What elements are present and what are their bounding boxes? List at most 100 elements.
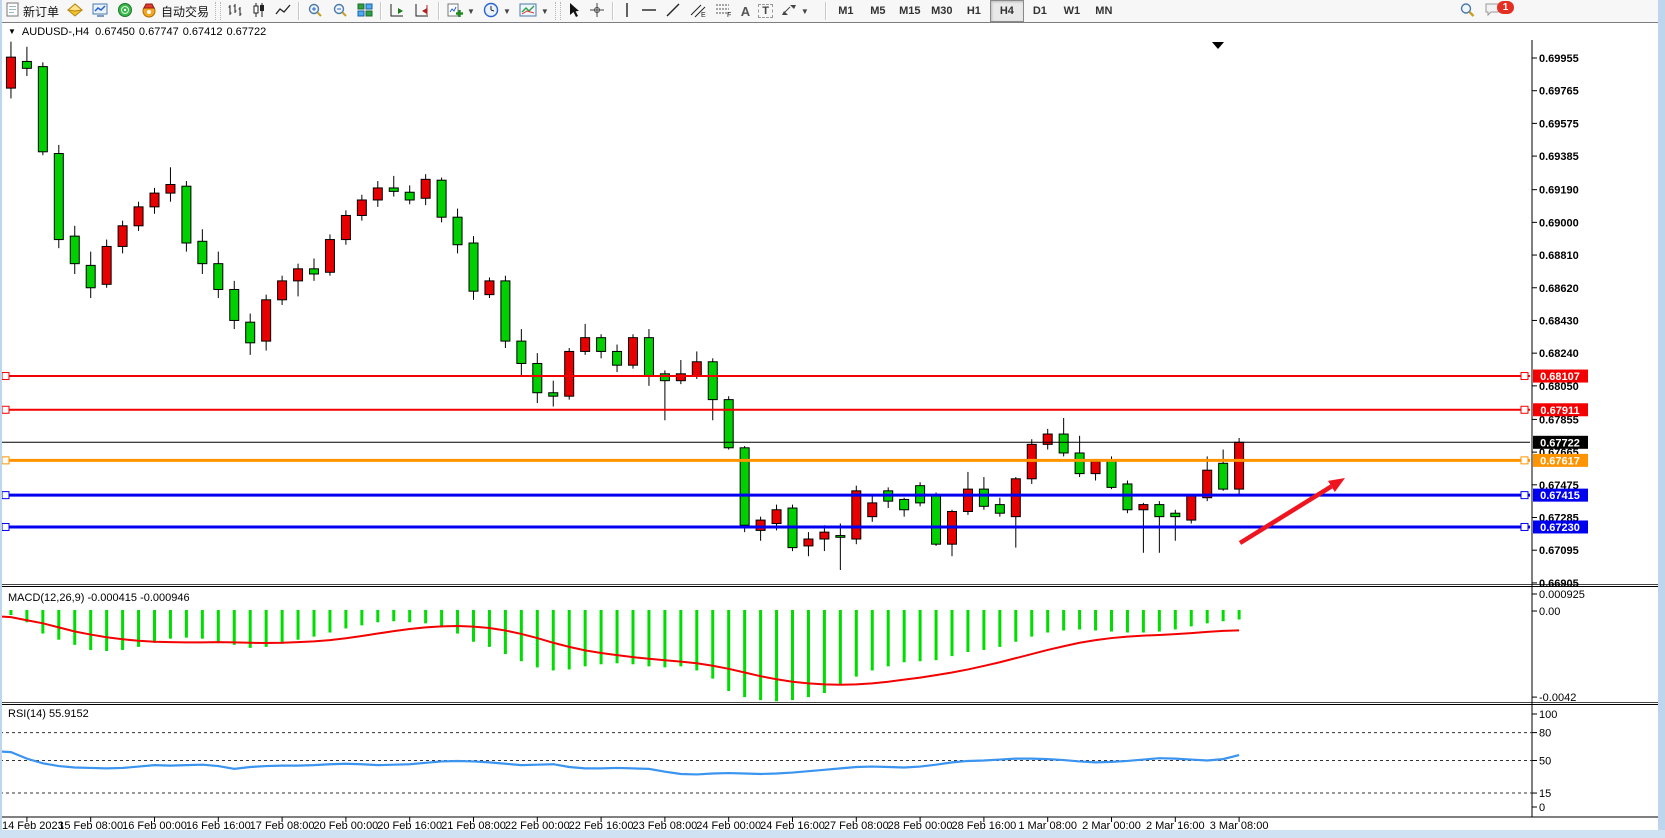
periods-button[interactable]: ▼: [479, 1, 515, 21]
price-axis-label: 0.67095: [1539, 545, 1579, 557]
line-handle[interactable]: [1521, 406, 1528, 413]
line-handle[interactable]: [2, 523, 9, 530]
text-tool-button[interactable]: A: [737, 1, 754, 21]
gold-cube-icon: [67, 2, 84, 21]
candle: [166, 184, 175, 193]
vertical-line-tool-button[interactable]: [617, 1, 637, 21]
candle: [1171, 513, 1180, 516]
zoom-in-button[interactable]: [303, 1, 328, 21]
auto-trading-icon: [141, 2, 158, 21]
chart-symbol-label: AUDUSD-,H4: [22, 26, 89, 38]
templates-button[interactable]: ▼: [515, 1, 553, 21]
candle: [517, 341, 526, 363]
chart-monitor-icon: [92, 2, 109, 21]
candle: [325, 240, 334, 273]
price-axis-label: 0.69575: [1539, 118, 1579, 130]
toolbar: 新订单 自动交易: [2, 0, 1658, 23]
cursor-icon: [567, 2, 581, 21]
candle: [118, 226, 127, 247]
candle: [182, 186, 191, 243]
timeframe-m5-button[interactable]: M5: [862, 1, 894, 21]
line-handle[interactable]: [1521, 457, 1528, 464]
candle: [1235, 442, 1244, 489]
signals-button[interactable]: [113, 1, 137, 21]
rsi-axis-label: 0: [1539, 802, 1545, 814]
tile-windows-button[interactable]: [353, 1, 377, 21]
macd-axis-label: 0.000925: [1539, 589, 1585, 601]
zoom-out-button[interactable]: [328, 1, 353, 21]
candle: [86, 265, 95, 287]
market-watch-button[interactable]: [63, 1, 88, 21]
chart-shift-button[interactable]: [410, 1, 435, 21]
line-handle[interactable]: [2, 406, 9, 413]
fibonacci-tool-button[interactable]: F: [711, 1, 737, 21]
new-chart-window-button[interactable]: [88, 1, 113, 21]
channel-tool-button[interactable]: E: [685, 1, 711, 21]
new-order-button[interactable]: 新订单: [2, 1, 63, 21]
chevron-down-icon: ▼: [541, 7, 549, 16]
timeframe-m15-button[interactable]: M15: [894, 1, 926, 21]
candle: [1043, 434, 1052, 444]
timeframe-w1-button[interactable]: W1: [1056, 1, 1088, 21]
toolbar-grip: [215, 2, 221, 20]
candlestick-chart-type-button[interactable]: [247, 1, 271, 21]
candle: [756, 520, 765, 530]
notifications-button[interactable]: 1: [1480, 1, 1518, 21]
auto-trading-button[interactable]: 自动交易: [137, 1, 213, 21]
search-button[interactable]: [1455, 1, 1480, 21]
cursor-tool-button[interactable]: [563, 1, 585, 21]
text-tool-icon: A: [741, 4, 750, 19]
price-axis-label: 0.69765: [1539, 86, 1579, 98]
candle: [230, 289, 239, 320]
timeframe-mn-button[interactable]: MN: [1088, 1, 1120, 21]
rsi-line: [0, 751, 1239, 774]
line-handle[interactable]: [1521, 523, 1528, 530]
timeframe-h1-button[interactable]: H1: [958, 1, 990, 21]
candle: [501, 281, 510, 341]
candle: [341, 215, 350, 239]
horizontal-line-tool-button[interactable]: [637, 1, 661, 21]
candle: [1059, 434, 1068, 453]
label-tool-button[interactable]: T: [754, 1, 777, 21]
indicators-button[interactable]: ▼: [443, 1, 479, 21]
line-handle[interactable]: [2, 492, 9, 499]
arrows-tool-button[interactable]: ▼: [777, 1, 813, 21]
rsi-axis-label: 100: [1539, 709, 1557, 721]
candle: [1075, 453, 1084, 474]
trendline-tool-button[interactable]: [661, 1, 685, 21]
line-handle[interactable]: [2, 373, 9, 380]
trend-arrow-head[interactable]: [1328, 478, 1345, 492]
crosshair-tool-button[interactable]: [585, 1, 609, 21]
window-frame-right: [1658, 0, 1665, 838]
candle: [485, 281, 494, 295]
price-axis-label: 0.69190: [1539, 185, 1579, 197]
line-handle[interactable]: [1521, 373, 1528, 380]
price-badge-label: 0.68107: [1540, 371, 1580, 383]
candle: [900, 499, 909, 509]
candle: [421, 179, 430, 198]
candle: [1203, 470, 1212, 498]
trendline-icon: [665, 2, 681, 21]
timeframe-m30-button[interactable]: M30: [926, 1, 958, 21]
candle: [310, 269, 319, 274]
price-axis-label: 0.69000: [1539, 217, 1579, 229]
price-badge-label: 0.67230: [1540, 522, 1580, 534]
svg-text:E: E: [701, 12, 706, 18]
bar-chart-type-button[interactable]: [223, 1, 247, 21]
shapes-arrows-icon: [781, 2, 797, 21]
candle: [6, 57, 15, 88]
chart-shift-marker[interactable]: [1212, 42, 1224, 49]
price-axis-label: 0.68810: [1539, 250, 1579, 262]
line-handle[interactable]: [1521, 492, 1528, 499]
timeframe-m1-button[interactable]: M1: [830, 1, 862, 21]
candle: [38, 67, 47, 152]
line-chart-type-button[interactable]: [271, 1, 295, 21]
chart-area[interactable]: 0.699550.697650.695750.693850.691900.690…: [0, 0, 1665, 838]
timeframe-d1-button[interactable]: D1: [1024, 1, 1056, 21]
line-handle[interactable]: [2, 457, 9, 464]
timeframe-h4-button[interactable]: H4: [990, 0, 1024, 22]
candle: [995, 505, 1004, 514]
window-frame-left: [0, 0, 2, 838]
auto-scroll-button[interactable]: [385, 1, 410, 21]
collapse-chart-icon[interactable]: ▼: [8, 27, 16, 36]
